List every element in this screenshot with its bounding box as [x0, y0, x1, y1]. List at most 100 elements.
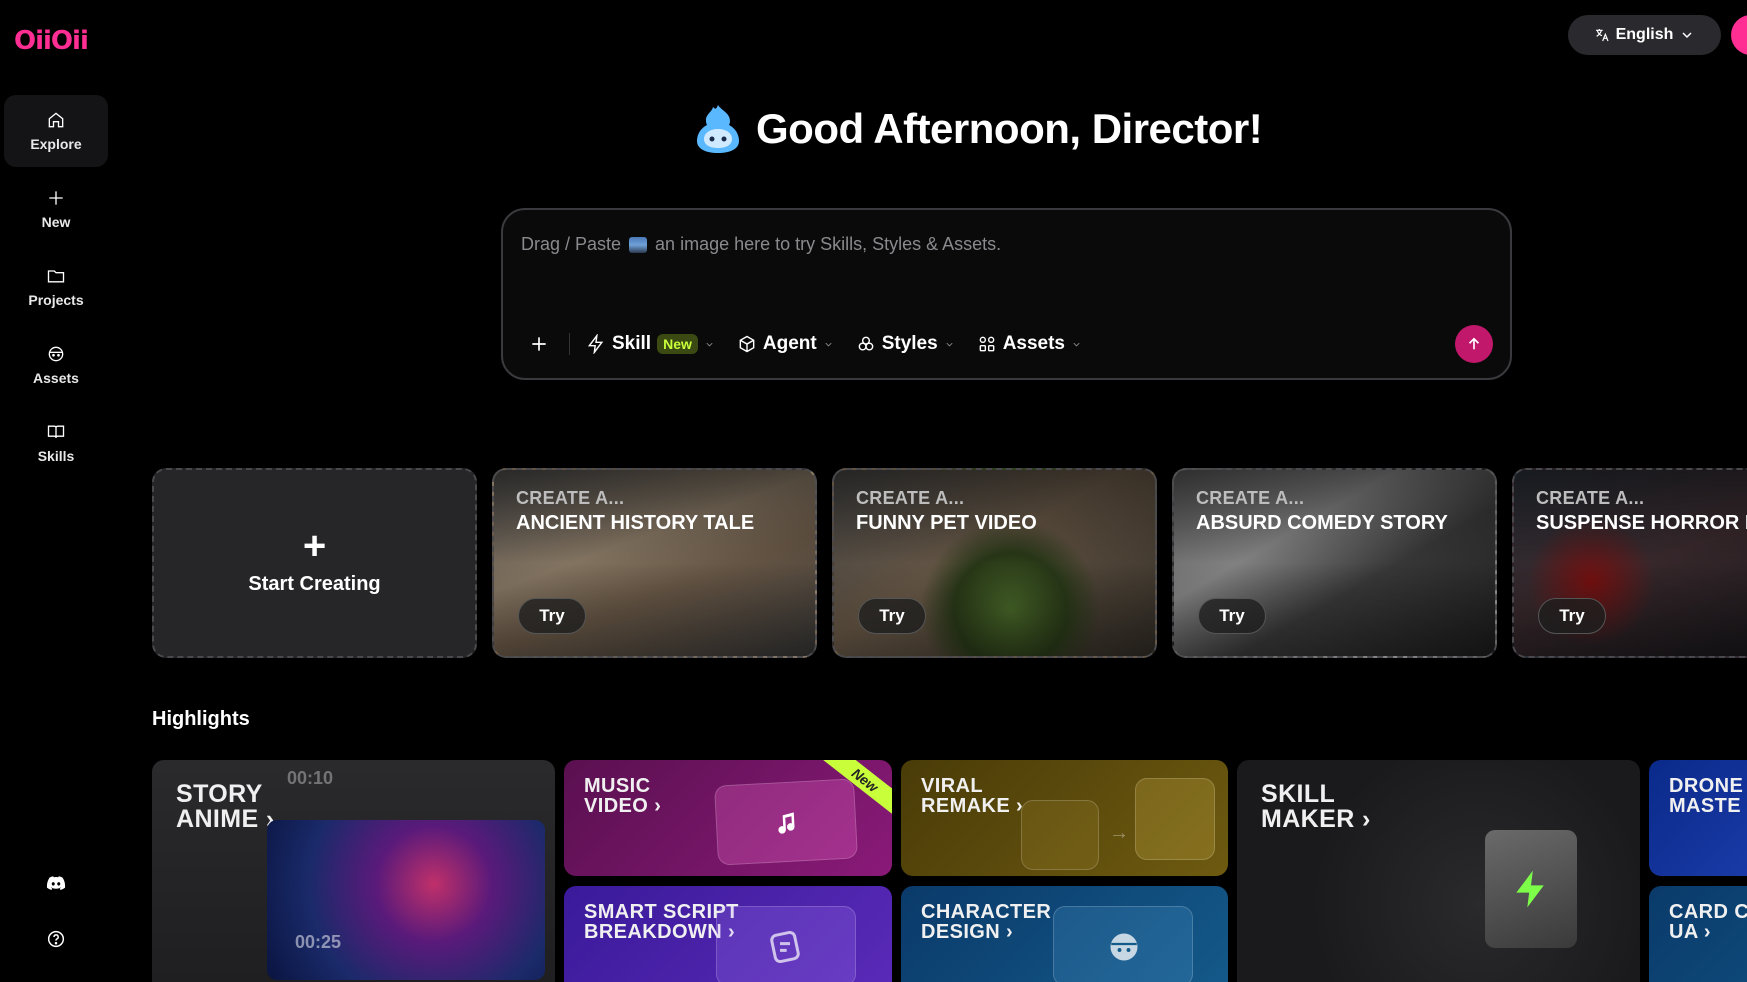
- assets-dropdown[interactable]: Assets: [977, 333, 1082, 355]
- tile-label-line2: REMAKE ›: [921, 795, 1024, 817]
- chevron-down-icon: [946, 342, 953, 346]
- sidebar-item-new[interactable]: New: [4, 173, 108, 245]
- highlights-title: Highlights: [152, 708, 250, 730]
- image-icon: [629, 236, 648, 253]
- sidebar-nav: Explore New Projects Assets Skills: [4, 95, 108, 485]
- sidebar-item-assets[interactable]: Assets: [4, 329, 108, 401]
- sidebar-item-projects[interactable]: Projects: [4, 251, 108, 323]
- language-label: English: [1615, 26, 1674, 43]
- tile-label: CARD C UA ›: [1669, 902, 1747, 942]
- sidebar-item-explore[interactable]: Explore: [4, 95, 108, 167]
- timestamp: 00:10: [287, 768, 334, 788]
- prompt-toolbar: Skill New Agent Styles Assets: [523, 328, 1104, 360]
- greeting: Good Afternoon, Director!: [694, 103, 1263, 155]
- card-prefix: CREATE A...: [516, 488, 625, 508]
- grid-icon: [979, 336, 995, 352]
- placeholder-text-end: an image here to try Skills, Styles & As…: [655, 234, 1002, 254]
- cube-icon: [739, 335, 755, 353]
- music-note-icon: [778, 812, 795, 834]
- sidebar-item-label: Skills: [37, 448, 75, 464]
- highlight-story-anime[interactable]: STORY ANIME › 00:10 00:25: [152, 760, 555, 982]
- tile-label-line1: MUSIC: [584, 775, 651, 797]
- tile-label-line2: DESIGN ›: [921, 921, 1014, 943]
- avatar[interactable]: [1731, 15, 1747, 55]
- highlight-smart-script-breakdown[interactable]: SMART SCRIPT BREAKDOWN ›: [564, 886, 892, 982]
- highlight-card-ua[interactable]: CARD C UA ›: [1649, 886, 1747, 982]
- highlight-music-video[interactable]: MUSIC VIDEO › New: [564, 760, 892, 876]
- card-prefix: CREATE A...: [1536, 488, 1645, 508]
- try-button[interactable]: Try: [1538, 598, 1606, 634]
- app-root: OiiOii Explore New Projects Assets Skill…: [0, 0, 1747, 982]
- tile-label-line2: VIDEO ›: [584, 795, 662, 817]
- skill-label: Skill: [612, 333, 652, 354]
- discord-button[interactable]: [4, 872, 108, 894]
- book-icon: [47, 425, 65, 438]
- tile-label: VIRAL REMAKE ›: [921, 776, 1023, 816]
- face-icon: [48, 346, 64, 362]
- chevron-down-icon: [706, 342, 713, 346]
- skill-file-icon: [1485, 830, 1577, 948]
- document-icon: [770, 930, 800, 964]
- sidebar-item-label: Assets: [33, 370, 79, 386]
- card-prefix: CREATE A...: [856, 488, 965, 508]
- send-button[interactable]: [1455, 325, 1493, 363]
- lightning-icon: [587, 334, 604, 354]
- agent-dropdown[interactable]: Agent: [737, 333, 834, 355]
- arrow-up-icon: [1468, 337, 1480, 350]
- highlight-viral-remake[interactable]: VIRAL REMAKE › →: [901, 760, 1228, 876]
- template-card-suspense-horror[interactable]: CREATE A... SUSPENSE HORROR F Try: [1512, 468, 1747, 658]
- tile-label-line2: ANIME ›: [176, 805, 275, 833]
- start-creating-label: Start Creating: [248, 572, 381, 595]
- tile-label: SKILL MAKER ›: [1261, 782, 1371, 832]
- tile-label-line1: DRONE: [1669, 775, 1744, 797]
- styles-label: Styles: [881, 333, 938, 354]
- add-attachment-button[interactable]: [523, 328, 555, 360]
- logo[interactable]: OiiOii: [14, 26, 89, 56]
- plus-icon: [532, 337, 546, 351]
- try-button[interactable]: Try: [1198, 598, 1266, 634]
- chevron-down-icon: [825, 342, 832, 346]
- try-button[interactable]: Try: [858, 598, 926, 634]
- character-card: [1053, 906, 1193, 982]
- skill-dropdown[interactable]: Skill New: [586, 333, 715, 355]
- card-prefix: CREATE A...: [1196, 488, 1305, 508]
- script-card: [716, 906, 856, 982]
- sidebar-item-label: Projects: [28, 292, 84, 308]
- template-card-funny-pet[interactable]: CREATE A... FUNNY PET VIDEO Try: [832, 468, 1157, 658]
- template-card-absurd-comedy[interactable]: CREATE A... ABSURD COMEDY STORY Try: [1172, 468, 1497, 658]
- help-button[interactable]: [4, 928, 108, 950]
- lightning-icon: [1516, 870, 1544, 908]
- tile-label-line1: CARD C: [1669, 901, 1747, 923]
- sidebar-item-label: Explore: [30, 136, 82, 152]
- toolbar-divider: [569, 333, 570, 355]
- prompt-placeholder[interactable]: Drag / Paste an image here to try Skills…: [521, 234, 1001, 255]
- styles-dropdown[interactable]: Styles: [856, 333, 955, 355]
- highlight-character-design[interactable]: CHARACTER DESIGN ›: [901, 886, 1228, 982]
- prompt-box[interactable]: Drag / Paste an image here to try Skills…: [501, 208, 1512, 380]
- tile-label-line2: MASTE: [1669, 795, 1741, 817]
- tile-label-line1: SKILL: [1261, 780, 1336, 808]
- card-title: FUNNY PET VIDEO: [856, 512, 1037, 534]
- greeting-title: Good Afternoon, Director!: [756, 105, 1263, 152]
- new-badge: New: [657, 334, 698, 354]
- chevron-down-icon: [1682, 32, 1692, 39]
- card-title: SUSPENSE HORROR F: [1536, 512, 1747, 534]
- start-creating-card[interactable]: + Start Creating: [152, 468, 477, 658]
- placeholder-text-start: Drag / Paste: [521, 234, 622, 254]
- sidebar-item-skills[interactable]: Skills: [4, 407, 108, 479]
- highlight-skill-maker[interactable]: SKILL MAKER ›: [1237, 760, 1640, 982]
- try-button[interactable]: Try: [518, 598, 586, 634]
- assets-label: Assets: [1002, 333, 1066, 354]
- tile-label-line1: STORY: [176, 780, 263, 808]
- tile-label-line1: VIRAL: [921, 775, 983, 797]
- card-title: ABSURD COMEDY STORY: [1196, 512, 1448, 534]
- tile-label: DRONE MASTE: [1669, 776, 1743, 816]
- remake-source-card: [1021, 800, 1099, 870]
- card-title: ANCIENT HISTORY TALE: [516, 512, 755, 534]
- language-selector[interactable]: English: [1568, 15, 1721, 55]
- template-card-ancient-history[interactable]: CREATE A... ANCIENT HISTORY TALE Try: [492, 468, 817, 658]
- tile-label: CHARACTER DESIGN ›: [921, 902, 1051, 942]
- highlight-drone-master[interactable]: DRONE MASTE: [1649, 760, 1747, 876]
- folder-icon: [47, 270, 65, 283]
- tile-label: STORY ANIME ›: [176, 782, 275, 832]
